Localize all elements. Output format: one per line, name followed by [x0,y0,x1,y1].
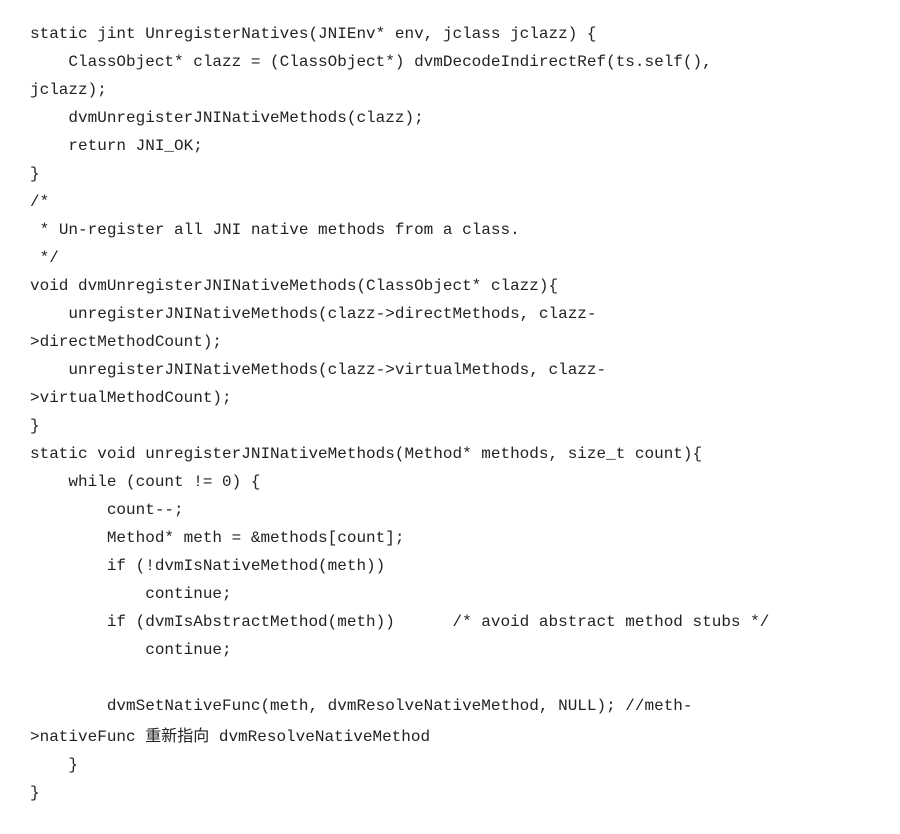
code-line: unregisterJNINativeMethods(clazz->virtua… [30,361,606,379]
code-line: unregisterJNINativeMethods(clazz->direct… [30,305,597,323]
code-line: static void unregisterJNINativeMethods(M… [30,445,702,463]
code-line: if (dvmIsAbstractMethod(meth)) /* avoid … [30,613,769,631]
code-line: dvmSetNativeFunc(meth, dvmResolveNativeM… [30,697,693,715]
code-line: while (count != 0) { [30,473,260,491]
code-content: static jint UnregisterNatives(JNIEnv* en… [30,25,769,802]
code-line: * Un-register all JNI native methods fro… [30,221,520,239]
code-line: static jint UnregisterNatives(JNIEnv* en… [30,25,597,43]
code-line: return JNI_OK; [30,137,203,155]
code-line: >directMethodCount); [30,333,222,351]
code-line: continue; [30,585,232,603]
code-line: >nativeFunc 重新指向 dvmResolveNativeMethod [30,728,430,746]
code-line: void dvmUnregisterJNINativeMethods(Class… [30,277,558,295]
code-line: continue; [30,641,232,659]
code-line: count--; [30,501,184,519]
code-line: >virtualMethodCount); [30,389,232,407]
code-block: static jint UnregisterNatives(JNIEnv* en… [30,20,870,807]
code-line: } [30,784,40,802]
code-line: */ [30,249,59,267]
code-line: dvmUnregisterJNINativeMethods(clazz); [30,109,424,127]
code-line: ClassObject* clazz = (ClassObject*) dvmD… [30,53,712,71]
code-line: } [30,165,40,183]
code-line: } [30,417,40,435]
code-line: Method* meth = &methods[count]; [30,529,404,547]
code-line: jclazz); [30,81,107,99]
code-line: if (!dvmIsNativeMethod(meth)) [30,557,385,575]
code-line: /* [30,193,49,211]
code-line: } [30,756,78,774]
